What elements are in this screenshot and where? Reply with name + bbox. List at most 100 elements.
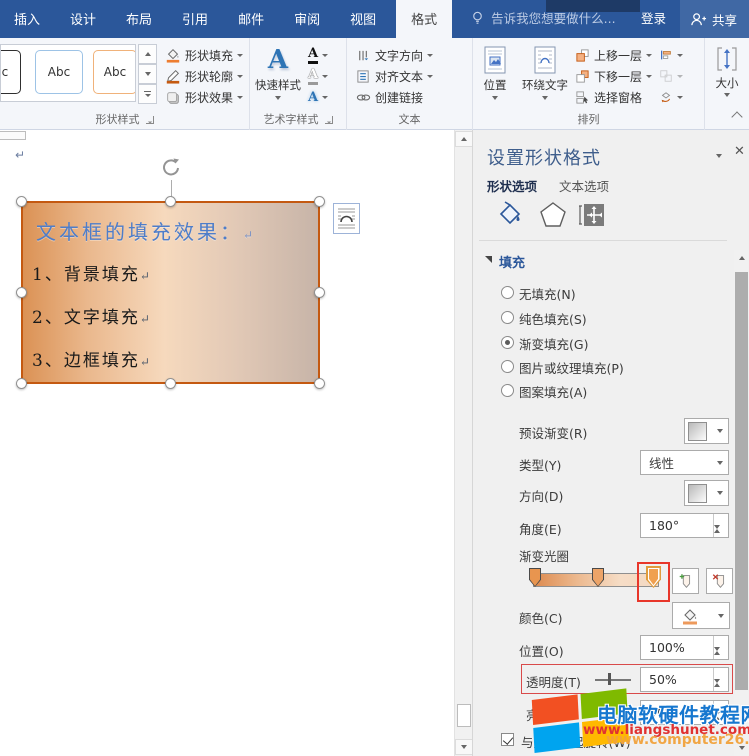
pane-tab-shape-options[interactable]: 形状选项 <box>487 176 537 195</box>
rotate-handle[interactable] <box>159 156 183 180</box>
shape-fill-button[interactable]: 形状填充 <box>165 45 243 65</box>
dropdown-arrow-icon <box>542 96 548 100</box>
pane-close-button[interactable]: ✕ <box>734 144 745 159</box>
transparency-value: 50% <box>649 672 713 687</box>
gallery-item[interactable]: Abc <box>0 50 21 94</box>
stop-color-dropdown[interactable] <box>672 602 730 629</box>
align-objects-button[interactable] <box>659 45 683 65</box>
share-button[interactable]: 共享 <box>680 0 749 38</box>
tab-view[interactable]: 视图 <box>346 9 380 38</box>
gradient-type-dropdown[interactable]: 线性 <box>640 450 729 475</box>
gallery-item[interactable]: Abc <box>93 50 136 94</box>
down-arrow-icon <box>145 72 151 76</box>
resize-handle-e[interactable] <box>314 287 325 298</box>
section-expanded-icon[interactable] <box>485 256 492 263</box>
shape-effects-button[interactable]: 形状效果 <box>165 88 243 108</box>
send-backward-button[interactable]: 下移一层 <box>575 66 652 86</box>
slider-knob[interactable] <box>611 706 614 718</box>
layout-options-button[interactable] <box>333 203 360 234</box>
document-scrollbar[interactable] <box>454 130 473 756</box>
spinner-buttons[interactable] <box>713 701 728 724</box>
scroll-up-button[interactable] <box>455 131 473 147</box>
transparency-spinbox[interactable]: 50% <box>640 667 729 692</box>
resize-handle-w[interactable] <box>16 287 27 298</box>
selection-pane-button[interactable]: 选择窗格 <box>575 88 652 108</box>
text-effects-button[interactable]: A <box>308 88 328 108</box>
radio-no-fill[interactable] <box>501 286 514 299</box>
tab-references[interactable]: 引用 <box>178 9 212 38</box>
tab-layout[interactable]: 布局 <box>122 9 156 38</box>
tab-review[interactable]: 审阅 <box>290 9 324 38</box>
tab-design[interactable]: 设计 <box>66 9 100 38</box>
brightness-spinbox[interactable]: 40% <box>640 700 729 725</box>
brightness-slider[interactable] <box>595 706 631 718</box>
resize-handle-nw[interactable] <box>16 196 27 207</box>
spinner-buttons[interactable] <box>713 668 728 691</box>
radio-solid-fill[interactable] <box>501 311 514 324</box>
rotate-with-shape-checkbox[interactable] <box>501 733 514 746</box>
size-button[interactable]: 大小 <box>706 43 748 109</box>
text-direction-button[interactable]: 文字方向 <box>356 45 433 65</box>
radio-pattern-fill-label: 图案填充(A) <box>519 382 587 401</box>
gallery-item[interactable]: Abc <box>35 50 83 94</box>
pane-tab-text-options[interactable]: 文本选项 <box>559 176 609 195</box>
dialog-launcher-icon[interactable] <box>146 116 154 124</box>
align-text-button[interactable]: 对齐文本 <box>356 66 433 86</box>
radio-picture-fill[interactable] <box>501 360 514 373</box>
shape-outline-button[interactable]: 形状轮廓 <box>165 66 243 86</box>
tell-me-box[interactable]: 告诉我您想要做什么... <box>466 8 619 38</box>
resize-handle-sw[interactable] <box>16 378 27 389</box>
resize-handle-n[interactable] <box>165 196 176 207</box>
tab-mailings[interactable]: 邮件 <box>234 9 268 38</box>
scroll-down-button[interactable] <box>455 739 473 755</box>
layout-properties-category-icon[interactable] <box>577 200 607 230</box>
create-link-button[interactable]: 创建链接 <box>356 88 433 108</box>
scroll-up-button[interactable] <box>734 250 749 266</box>
pane-scrollbar[interactable] <box>734 250 749 756</box>
text-fill-button[interactable]: A <box>308 45 328 65</box>
fill-line-category-icon[interactable] <box>493 198 525 232</box>
gradient-direction-dropdown[interactable] <box>684 480 729 506</box>
text-direction-icon <box>356 48 371 63</box>
effects-category-icon[interactable] <box>537 198 569 232</box>
spinner-buttons[interactable] <box>713 636 728 659</box>
gallery-scroll-up[interactable] <box>138 44 157 64</box>
pane-menu-arrow-icon[interactable] <box>716 154 722 158</box>
radio-gradient-fill[interactable] <box>501 336 514 349</box>
sign-in-button[interactable]: 登录 <box>641 8 666 38</box>
radio-pattern-fill[interactable] <box>501 384 514 397</box>
position-button[interactable]: 位置 <box>473 43 517 109</box>
rotate-objects-button[interactable] <box>659 88 683 108</box>
dialog-launcher-icon[interactable] <box>325 116 333 124</box>
scrollbar-thumb[interactable] <box>457 704 471 727</box>
wrap-text-button[interactable]: 环绕文字 <box>517 43 573 109</box>
stop-color-label: 颜色(C) <box>519 608 562 627</box>
group-objects-button[interactable] <box>659 66 683 86</box>
scrollbar-thumb[interactable] <box>735 272 748 690</box>
spinner-buttons[interactable] <box>713 514 728 537</box>
gallery-scroll-down[interactable] <box>138 64 157 84</box>
preset-gradient-dropdown[interactable] <box>684 418 729 444</box>
scroll-down-button[interactable] <box>734 740 749 756</box>
text-outline-button[interactable]: A <box>308 66 328 86</box>
resize-handle-ne[interactable] <box>314 196 325 207</box>
gallery-more-button[interactable] <box>138 84 157 104</box>
shape-style-gallery[interactable]: Abc Abc Abc <box>0 44 136 102</box>
selected-textbox[interactable]: 文本框的填充效果：↵ 1、背景填充↵ 2、文字填充↵ 3、边框填充↵ <box>21 201 320 384</box>
bring-forward-button[interactable]: 上移一层 <box>575 45 652 65</box>
tab-insert[interactable]: 插入 <box>10 9 44 38</box>
position-icon <box>482 45 508 75</box>
remove-gradient-stop-button[interactable] <box>706 568 733 594</box>
slider-knob[interactable] <box>608 673 611 685</box>
transparency-slider[interactable] <box>595 673 631 685</box>
fill-section-header[interactable]: 填充 <box>499 252 525 271</box>
document-canvas[interactable]: ↵ 文本框的填充效果：↵ 1、背景填充↵ 2、文字填充↵ 3、边框填充↵ <box>0 130 473 756</box>
tab-format-active[interactable]: 格式 <box>396 0 452 38</box>
position-spinbox[interactable]: 100% <box>640 635 729 660</box>
angle-spinbox[interactable]: 180° <box>640 513 729 538</box>
resize-handle-se[interactable] <box>314 378 325 389</box>
quick-styles-button[interactable]: A 快速样式 <box>250 43 306 109</box>
down-arrow-icon <box>145 94 151 97</box>
add-gradient-stop-button[interactable] <box>672 568 699 594</box>
resize-handle-s[interactable] <box>165 378 176 389</box>
